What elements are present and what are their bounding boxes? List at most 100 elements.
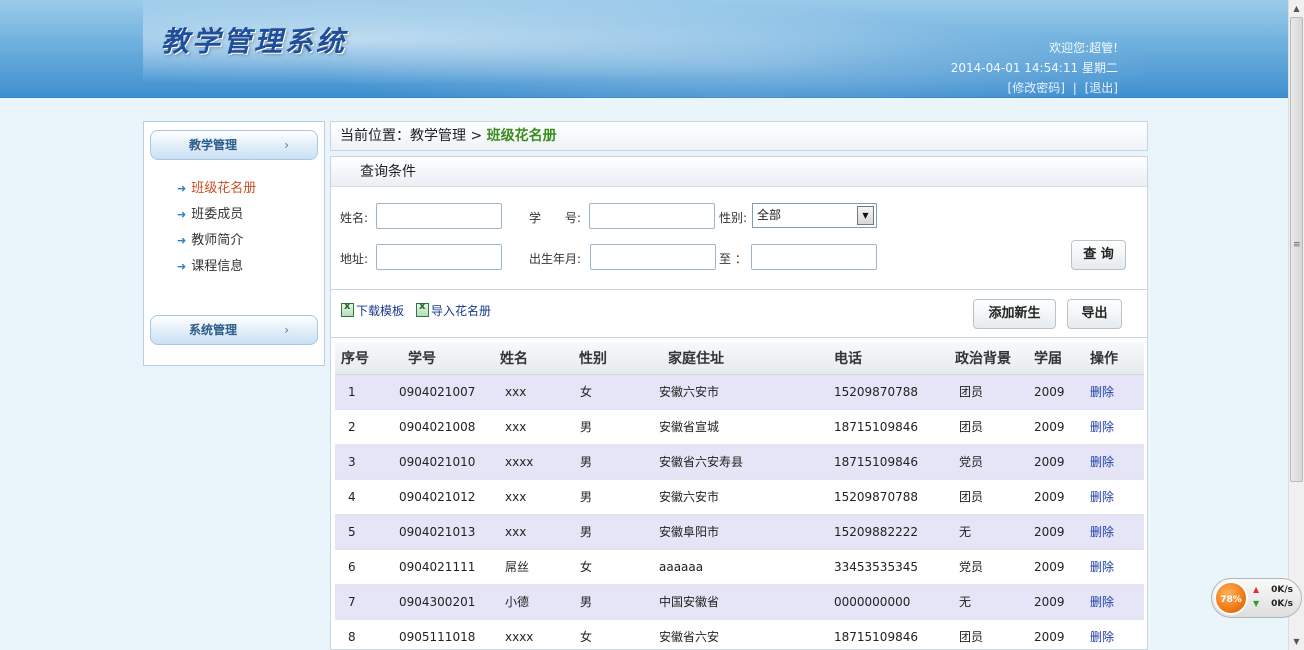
download-speed: 0K/s — [1271, 599, 1293, 609]
export-button[interactable]: 导出 — [1067, 299, 1122, 329]
cell-action: 删除 — [1088, 514, 1144, 550]
teaching-menu-list: ➜ 班级花名册 ➜ 班委成员 ➜ 教师简介 ➜ 课程信息 — [177, 176, 256, 280]
student-id-input[interactable] — [589, 203, 715, 229]
cell-phone: 15209870788 — [830, 374, 955, 410]
table-row: 1 0904021007 xxx 女安徽六安市 15209870788 团员 2009 删除 — [335, 374, 1144, 410]
menu-group-system[interactable]: 系统管理 › — [150, 315, 318, 345]
download-template-link[interactable]: 下载模板 — [341, 301, 405, 319]
cell-name: 屌丝 — [494, 549, 571, 585]
cell-gender: 男 — [571, 479, 650, 515]
arrow-right-icon: ➜ — [177, 260, 187, 273]
table-row: 3 0904021010 xxxx 男安徽省六安寿县 18715109846 党员 2009… — [335, 444, 1144, 480]
logout-link[interactable]: [退出] — [1085, 81, 1118, 95]
sidebar: 教学管理 › ➜ 班级花名册 ➜ 班委成员 ➜ 教师简介 ➜ 课程信息 系统管理 › — [143, 121, 325, 366]
student-id-label: 学 号: — [529, 211, 582, 225]
import-roster-link[interactable]: 导入花名册 — [416, 301, 492, 319]
sidebar-item-teachers[interactable]: ➜ 教师简介 — [177, 228, 256, 254]
scrollbar-thumb[interactable]: ≡ — [1290, 17, 1303, 482]
cell-address: 安徽六安市 — [650, 479, 830, 515]
cell-gender: 男 — [571, 444, 650, 480]
delete-link[interactable]: 删除 — [1090, 595, 1114, 609]
search-button[interactable]: 查 询 — [1071, 240, 1126, 270]
delete-link[interactable]: 删除 — [1090, 490, 1114, 504]
cell-address: 中国安徽省 — [650, 584, 830, 620]
cell-gender: 男 — [571, 409, 650, 445]
delete-link[interactable]: 删除 — [1090, 420, 1114, 434]
page-scrollbar[interactable]: ▲ ≡ ▼ — [1288, 0, 1304, 650]
welcome-text: 欢迎您:超管! — [1049, 41, 1118, 55]
cell-name: xxxx — [494, 444, 571, 480]
delete-link[interactable]: 删除 — [1090, 385, 1114, 399]
cell-index: 6 — [335, 549, 393, 585]
cell-year: 2009 — [1032, 444, 1088, 480]
cell-action: 删除 — [1088, 409, 1144, 445]
column-header: 家庭住址 — [650, 342, 830, 375]
link-separator: | — [1072, 81, 1077, 95]
breadcrumb-prefix: 当前位置：教学管理 > — [340, 128, 487, 144]
query-panel: 查询条件 姓名: 学 号: 性别: 全部 ▼ 地址: 出生年月: 至 ： 查 询 — [330, 156, 1148, 290]
cell-student-id: 0904021010 — [393, 444, 494, 480]
cell-index: 5 — [335, 514, 393, 550]
cell-year: 2009 — [1032, 584, 1088, 620]
cell-gender: 男 — [571, 514, 650, 550]
cell-political: 党员 — [955, 549, 1032, 585]
cell-phone: 18715109846 — [830, 444, 955, 480]
change-password-link[interactable]: [修改密码] — [1008, 81, 1065, 95]
name-input[interactable] — [376, 203, 502, 229]
sidebar-item-committee[interactable]: ➜ 班委成员 — [177, 202, 256, 228]
cell-action: 删除 — [1088, 374, 1144, 410]
scroll-down-arrow-icon[interactable]: ▼ — [1289, 633, 1304, 650]
download-arrow-icon: ▼ — [1253, 599, 1260, 608]
import-roster-label: 导入花名册 — [431, 304, 492, 318]
cell-index: 4 — [335, 479, 393, 515]
usage-ball: 78% — [1214, 581, 1248, 615]
cell-name: xxxx — [494, 619, 571, 649]
datetime-text: 2014-04-01 14:54:11 星期二 — [950, 61, 1118, 75]
sidebar-item-label: 班委成员 — [191, 207, 244, 222]
cell-student-id: 0904021007 — [393, 374, 494, 410]
gender-select[interactable]: 全部 ▼ — [752, 203, 877, 228]
user-links: [修改密码] | [退出] — [951, 78, 1118, 98]
excel-icon — [416, 301, 429, 317]
cell-address: 安徽阜阳市 — [650, 514, 830, 550]
table-row: 5 0904021013 xxx 男安徽阜阳市 15209882222 无 2009 删除 — [335, 514, 1144, 550]
cell-index: 1 — [335, 374, 393, 410]
cell-action: 删除 — [1088, 619, 1144, 649]
cell-index: 8 — [335, 619, 393, 649]
name-label: 姓名: — [340, 211, 369, 225]
app-logo: 教学管理系统 — [161, 25, 348, 58]
scroll-up-arrow-icon[interactable]: ▲ — [1289, 0, 1304, 17]
network-speed-widget[interactable]: 78% ▲ 0K/s ▼ 0K/s — [1211, 578, 1302, 618]
birth-from-input[interactable] — [590, 244, 716, 270]
column-header: 学届 — [1032, 342, 1088, 375]
cell-political: 无 — [955, 584, 1032, 620]
cell-phone: 15209882222 — [830, 514, 955, 550]
roster-table: 序号 学号 姓名 性别 家庭住址 电话 政治背景 学届 操作 1 09040210… — [335, 342, 1144, 649]
chevron-right-icon: › — [284, 138, 289, 152]
menu-group-teaching[interactable]: 教学管理 › — [150, 130, 318, 160]
arrow-right-icon: ➜ — [177, 208, 187, 221]
cell-student-id: 0904021013 — [393, 514, 494, 550]
delete-link[interactable]: 删除 — [1090, 525, 1114, 539]
cell-political: 团员 — [955, 409, 1032, 445]
cell-year: 2009 — [1032, 409, 1088, 445]
delete-link[interactable]: 删除 — [1090, 455, 1114, 469]
birth-to-input[interactable] — [751, 244, 877, 270]
delete-link[interactable]: 删除 — [1090, 560, 1114, 574]
add-student-button[interactable]: 添加新生 — [973, 299, 1056, 329]
address-input[interactable] — [376, 244, 502, 270]
gender-label: 性别: — [719, 211, 748, 225]
cell-index: 7 — [335, 584, 393, 620]
breadcrumb-current: 班级花名册 — [486, 128, 557, 144]
cell-phone: 15209870788 — [830, 479, 955, 515]
delete-link[interactable]: 删除 — [1090, 630, 1114, 644]
cell-student-id: 0904021008 — [393, 409, 494, 445]
download-template-label: 下载模板 — [356, 304, 405, 318]
cell-political: 团员 — [955, 619, 1032, 649]
table-row: 8 0905111018 xxxx 女安徽省六安 18715109846 团员 2009 删除 — [335, 619, 1144, 649]
sidebar-item-roster[interactable]: ➜ 班级花名册 — [177, 176, 256, 202]
excel-icon — [341, 301, 354, 317]
cell-name: xxx — [494, 514, 571, 550]
sidebar-item-courses[interactable]: ➜ 课程信息 — [177, 254, 256, 280]
column-header: 政治背景 — [955, 342, 1032, 375]
